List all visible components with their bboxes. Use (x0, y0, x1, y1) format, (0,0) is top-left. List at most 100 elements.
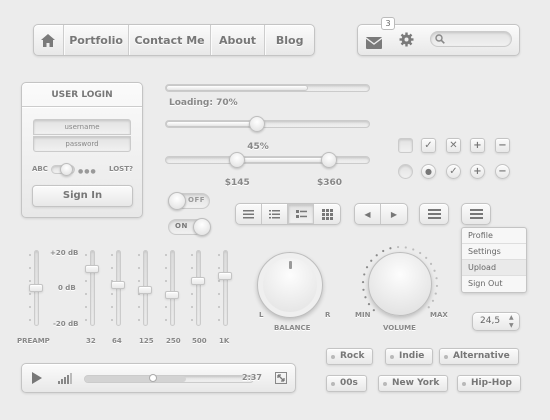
checkbox-plus[interactable]: + (470, 138, 485, 153)
password-dots-icon: ●●● (78, 168, 97, 175)
seek-buffered (85, 376, 186, 382)
plus-icon: + (473, 140, 482, 151)
tag-new-york[interactable]: New York (378, 375, 449, 392)
checkbox-minus[interactable]: − (495, 138, 510, 153)
eq-tick (111, 293, 113, 295)
tag-indie[interactable]: Indie (385, 348, 434, 365)
menu-item-profile[interactable]: Profile (462, 228, 526, 244)
home-button[interactable] (34, 25, 64, 55)
eq-slider-knob-1k[interactable] (218, 271, 232, 280)
minus-icon: − (498, 140, 507, 151)
eq-slider-knob-64[interactable] (111, 280, 125, 289)
checkbox-checked[interactable]: ✓ (421, 138, 436, 153)
price-range-min-knob[interactable] (228, 152, 245, 168)
eq-slider-track-1k[interactable] (223, 250, 228, 326)
seek-head[interactable] (149, 374, 157, 382)
nav-item-portfolio[interactable]: Portfolio (64, 25, 130, 55)
prev-button[interactable]: ◀ (355, 204, 381, 224)
toggle-on-knob[interactable] (193, 218, 211, 236)
gear-icon (399, 32, 414, 47)
play-icon[interactable] (32, 372, 42, 384)
menu-item-settings[interactable]: Settings (462, 244, 526, 260)
eq-slider-knob-32[interactable] (85, 264, 99, 273)
toggle-off-knob[interactable] (168, 192, 186, 210)
percent-slider[interactable] (165, 120, 370, 128)
eq-label-1k: 1K (219, 337, 230, 345)
radio-check[interactable]: ✓ (446, 164, 461, 179)
eq-tick (191, 306, 193, 308)
eq-tick (191, 293, 193, 295)
hamburger-menu-button[interactable] (461, 203, 491, 225)
fullscreen-icon[interactable] (275, 372, 287, 384)
view-list-check-button[interactable] (288, 204, 314, 224)
radio-selected[interactable]: ● (421, 164, 436, 179)
eq-tick (85, 280, 87, 282)
tag-alternative[interactable]: Alternative (439, 348, 519, 365)
eq-slider-knob-500[interactable] (191, 277, 205, 286)
eq-tick (191, 319, 193, 321)
remember-toggle-knob[interactable] (60, 163, 73, 176)
password-field[interactable]: password (33, 136, 131, 152)
eq-tick (29, 319, 31, 321)
eq-tick (29, 267, 31, 269)
radio-empty[interactable] (398, 164, 413, 179)
checkbox-empty[interactable] (398, 138, 413, 153)
eq-tick (165, 267, 167, 269)
sign-in-button[interactable]: Sign In (32, 185, 133, 207)
tag-hip-hop[interactable]: Hip-Hop (457, 375, 521, 392)
tag-rock[interactable]: Rock (326, 348, 374, 365)
seek-bar[interactable] (84, 374, 254, 383)
nav-item-blog[interactable]: Blog (265, 25, 314, 55)
view-grid-button[interactable] (314, 204, 340, 224)
volume-knob[interactable] (368, 252, 432, 316)
toggle-off[interactable]: OFF (168, 192, 210, 210)
eq-tick (165, 319, 167, 321)
eq-tick (165, 280, 167, 282)
username-field[interactable]: username (33, 119, 131, 135)
eq-slider-track-32[interactable] (90, 250, 95, 326)
next-button[interactable]: ▶ (381, 204, 407, 224)
eq-slider-track-250[interactable] (170, 250, 175, 326)
eq-slider-track-500[interactable] (196, 250, 201, 326)
nav-item-contact[interactable]: Contact Me (129, 25, 211, 55)
hamburger-button[interactable] (419, 203, 449, 225)
checkbox-x[interactable]: ✕ (446, 138, 461, 153)
eq-slider-knob-preamp[interactable] (29, 284, 43, 292)
toggle-off-label: OFF (188, 196, 206, 204)
price-range-slider[interactable] (165, 156, 370, 164)
volume-tick (434, 292, 437, 295)
menu-item-upload[interactable]: Upload (462, 260, 526, 276)
eq-tick (138, 319, 140, 321)
price-range-max-knob[interactable] (321, 152, 337, 168)
radio-plus[interactable]: + (470, 164, 485, 179)
balance-knob[interactable] (257, 252, 323, 318)
settings-button[interactable] (399, 32, 414, 51)
tag-00s[interactable]: 00s (326, 375, 367, 392)
eq-tick (111, 254, 113, 256)
percent-slider-knob[interactable] (249, 116, 266, 132)
volume-max-label: MAX (430, 311, 448, 319)
dropdown-menu: Profile Settings Upload Sign Out (461, 227, 527, 293)
number-stepper[interactable]: 24,5 ▲ ▼ (472, 312, 520, 331)
search-icon (435, 34, 445, 44)
volume-tick (431, 299, 435, 302)
stepper-up-icon[interactable]: ▲ (509, 314, 514, 321)
eq-slider-knob-125[interactable] (138, 286, 152, 295)
eq-tick (111, 319, 113, 321)
eq-tick (218, 306, 220, 308)
lost-password-link[interactable]: LOST? (109, 165, 133, 173)
volume-tick (367, 303, 371, 306)
nav-item-about[interactable]: About (211, 25, 266, 55)
mail-button[interactable] (365, 34, 383, 53)
stepper-down-icon[interactable]: ▼ (509, 322, 514, 329)
radio-minus[interactable]: − (495, 164, 510, 179)
view-list-button[interactable] (236, 204, 262, 224)
remember-toggle[interactable] (51, 163, 75, 176)
signal-volume-icon[interactable] (58, 373, 74, 384)
menu-item-sign-out[interactable]: Sign Out (462, 276, 526, 292)
view-list-detail-button[interactable] (262, 204, 288, 224)
home-icon (41, 33, 56, 47)
search-input[interactable] (430, 31, 512, 47)
toggle-on[interactable]: ON (168, 218, 211, 236)
eq-slider-knob-250[interactable] (165, 290, 179, 299)
